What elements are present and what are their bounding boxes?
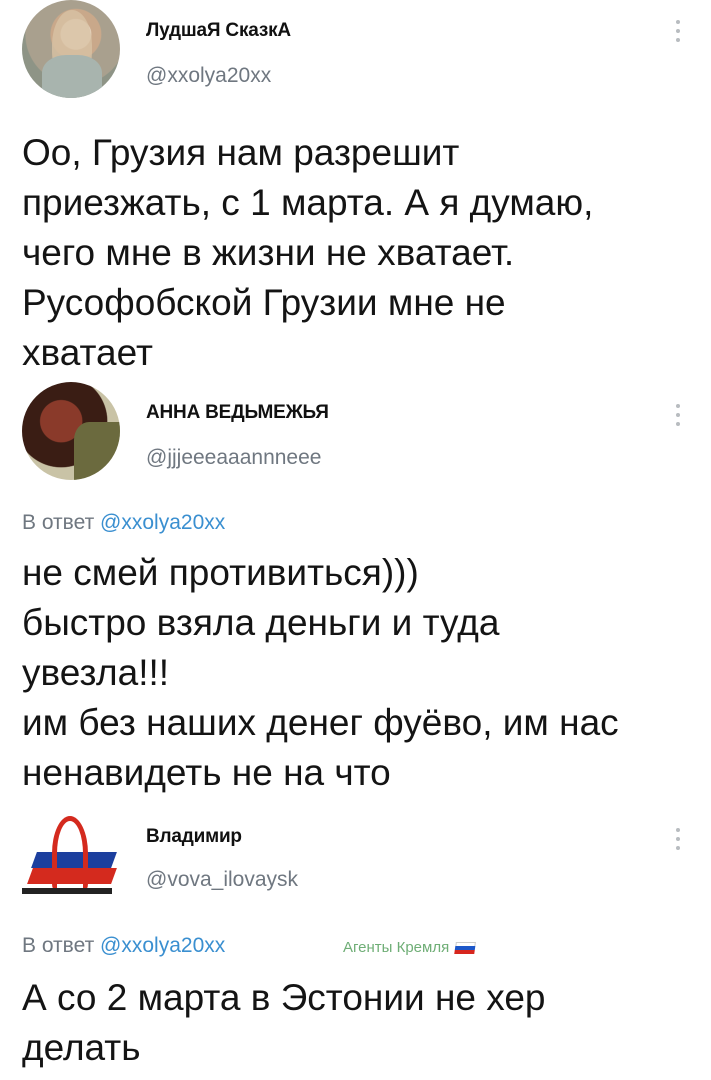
avatar[interactable] bbox=[22, 382, 120, 480]
author-handle[interactable]: @jjjeeeaaannneee bbox=[146, 446, 321, 470]
author-name[interactable]: АННА ВЕДЬМЕЖЬЯ bbox=[146, 402, 329, 424]
russian-flag-icon bbox=[454, 941, 477, 955]
tweet-text: А со 2 марта в Эстонии не хер делать bbox=[22, 977, 546, 1068]
reply-prefix: В ответ bbox=[22, 511, 95, 534]
reply-mention-link[interactable]: @xxolya20xx bbox=[100, 934, 225, 957]
more-vertical-icon[interactable] bbox=[675, 828, 681, 850]
author-handle[interactable]: @vova_ilovaysk bbox=[146, 868, 298, 892]
reply-mention-link[interactable]: @xxolya20xx bbox=[100, 511, 225, 534]
author-handle[interactable]: @xxolya20xx bbox=[146, 64, 271, 88]
avatar[interactable] bbox=[22, 812, 122, 902]
more-vertical-icon[interactable] bbox=[675, 404, 681, 426]
reply-to: В ответ @xxolya20xx bbox=[22, 934, 225, 958]
reply-to: В ответ @xxolya20xx bbox=[22, 511, 225, 535]
tweet-text: Оо, Грузия нам разрешит приезжать, с 1 м… bbox=[22, 132, 594, 373]
author-name[interactable]: ЛудшаЯ СказкА bbox=[146, 20, 291, 42]
author-name[interactable]: Владимир bbox=[146, 826, 242, 848]
state-affiliation-label[interactable]: Агенты Кремля bbox=[343, 939, 477, 956]
avatar[interactable] bbox=[22, 0, 120, 98]
tweet-1: ЛудшаЯ СказкА @xxolya20xx Оо, Грузия нам… bbox=[0, 0, 711, 380]
label-text: Агенты Кремля bbox=[343, 939, 450, 956]
tweet-3: Владимир @vova_ilovaysk В ответ @xxolya2… bbox=[0, 810, 711, 1080]
tweet-text: не смей противиться))) быстро взяла день… bbox=[22, 552, 619, 793]
more-vertical-icon[interactable] bbox=[675, 20, 681, 42]
reply-prefix: В ответ bbox=[22, 934, 95, 957]
tweet-2: АННА ВЕДЬМЕЖЬЯ @jjjeeeaaannneee В ответ … bbox=[0, 380, 711, 810]
